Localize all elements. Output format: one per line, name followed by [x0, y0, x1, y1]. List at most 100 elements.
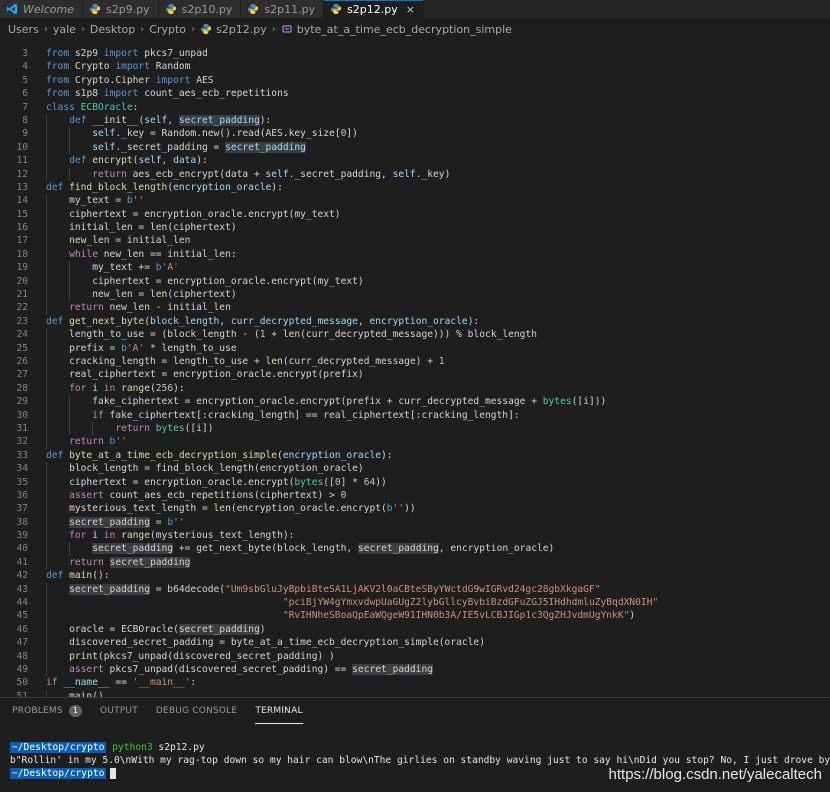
code-token: import [103, 88, 145, 100]
code-line: 27 real_ciphertext = encryption_oracle.e… [0, 368, 830, 382]
code-token: ._key = Random.new().read(AES.key_size[ [115, 128, 341, 140]
code-token: self [92, 141, 116, 153]
line-number: 29 [16, 396, 28, 408]
line-number: 8 [22, 114, 28, 126]
code-token: if [46, 677, 64, 689]
code-token: secret_padding [69, 583, 150, 595]
code-token: 'A' [126, 342, 145, 354]
code-text: return aes_ecb_encrypt(data + self._secr… [46, 168, 450, 181]
code-token: pkcs7_unpad(discovered_secret_padding) =… [109, 663, 353, 675]
tab-s2p12-py[interactable]: s2p12.py × [324, 0, 424, 18]
code-line: 31 return bytes([i]) [0, 421, 830, 436]
code-text: cracking_length = length_to_use + len(cu… [46, 355, 445, 368]
code-line: 13 def find_block_length(encryption_oracl… [0, 181, 830, 194]
code-token: if [92, 409, 110, 421]
code-line: 44 "pciBjYW4gYmxvdwpUaGUgZ2lybGllcyBvbiB… [0, 596, 830, 610]
code-text: real_ciphertext = encryption_oracle.encr… [46, 368, 364, 381]
code-token: Crypto [74, 61, 116, 73]
code-token: return [69, 556, 110, 568]
code-line-partial [0, 40, 830, 47]
code-line: 35 ciphertext = encryption_oracle.encryp… [0, 475, 830, 489]
code-token: aes_ecb_encrypt(data + [132, 168, 266, 180]
line-number: 33 [16, 449, 28, 461]
line-number: 31 [16, 422, 28, 434]
code-text: new_len = initial_len [46, 234, 190, 247]
code-text: def __init__(self, secret_padding): [46, 114, 271, 127]
code-text: def encrypt(self, data): [46, 154, 208, 167]
code-token: fake_ciphertext[:cracking_length] == rea… [109, 409, 520, 421]
tab-problems[interactable]: PROBLEMS 1 [12, 698, 83, 724]
code-text: oracle = ECBOracle(secret_padding) [46, 623, 266, 636]
code-text: while new_len == initial_len: [46, 248, 237, 261]
tab-debug-console[interactable]: DEBUG CONSOLE [156, 698, 237, 724]
code-token: "RvIHNheSBoaQpEaWQgeW91IHN0b3A/IE5vLCBJI… [282, 610, 630, 622]
code-line: 30 if fake_ciphertext[:cracking_length] … [0, 408, 830, 422]
breadcrumb-item[interactable]: Crypto [149, 23, 186, 36]
code-text: discovered_secret_padding = byte_at_a_ti… [46, 636, 485, 649]
line-number: 24 [16, 329, 28, 341]
tab-s2p10-py[interactable]: s2p10.py [158, 0, 242, 18]
code-token: ([i]) [184, 422, 214, 434]
code-text: def byte_at_a_time_ecb_decryption_simple… [46, 449, 393, 462]
code-token: 1 [438, 355, 445, 367]
code-token: import [115, 61, 156, 73]
line-number: 21 [16, 289, 28, 301]
code-line: 25 prefix = b'A' * length_to_use [0, 341, 830, 355]
code-line: 49 assert pkcs7_unpad(discovered_secret_… [0, 662, 830, 677]
line-number: 47 [16, 637, 28, 649]
python-icon [200, 23, 212, 35]
code-text: class ECBOracle: [46, 101, 138, 114]
tab-welcome[interactable]: Welcome [0, 0, 83, 18]
code-editor[interactable]: 3 from s2p9 import pkcs7_unpad 4 from Crypt… [0, 40, 830, 697]
tab-s2p11-py[interactable]: s2p11.py [241, 0, 325, 18]
code-token: new_len = initial_len [69, 235, 191, 247]
code-token: length_to_use = (block_length - ( [69, 329, 260, 341]
code-token: discovered_secret_padding = byte_at_a_ti… [69, 637, 485, 649]
code-token: ): [467, 315, 480, 327]
breadcrumb-item[interactable]: yale [53, 23, 76, 36]
code-line: 5 from Crypto.Cipher import AES [0, 74, 830, 87]
line-number: 4 [22, 61, 28, 73]
tab-terminal[interactable]: TERMINAL [255, 698, 303, 724]
code-line: 3 from s2p9 import pkcs7_unpad [0, 47, 830, 60]
code-text: for i in range(mysterious_text_length): [46, 529, 294, 542]
tab-label: s2p10.py [181, 2, 233, 16]
line-number: 45 [16, 610, 28, 622]
breadcrumb-item[interactable]: Users [8, 23, 39, 36]
code-line: 26 cracking_length = length_to_use + len… [0, 354, 830, 369]
code-text: mysterious_text_length = len(encryption_… [46, 502, 416, 515]
breadcrumb-item[interactable]: byte_at_a_time_ecb_decryption_simple [297, 23, 512, 36]
code-token: encryption_oracle [282, 449, 382, 461]
code-text: assert count_aes_ecb_repetitions(ciphert… [46, 489, 346, 502]
breadcrumb-item[interactable]: Desktop [90, 23, 135, 36]
code-token: += get_next_byte(block_length, [173, 543, 358, 555]
breadcrumb-separator: › [140, 23, 145, 35]
code-token: in [103, 382, 122, 394]
code-token: (): [92, 570, 110, 582]
terminal-program-output: b"Rollin' in my 5.0\nWith my rag-top dow… [10, 755, 830, 766]
close-icon[interactable]: × [406, 3, 415, 16]
code-token: ([ [323, 476, 335, 488]
line-number: 48 [16, 650, 28, 662]
tab-label: s2p11.py [264, 2, 316, 16]
line-number: 50 [16, 677, 28, 689]
code-token: main [69, 570, 93, 582]
code-token: = [149, 516, 168, 528]
code-line: 17 new_len = initial_len [0, 234, 830, 248]
code-line: 11 def encrypt(self, data): [0, 154, 830, 168]
code-token: self [138, 155, 162, 167]
code-token: assert [69, 663, 110, 675]
code-text: prefix = b'A' * length_to_use [46, 342, 237, 355]
breadcrumb-item[interactable]: s2p12.py [216, 23, 267, 36]
breadcrumb-separator: › [80, 23, 85, 35]
tab-output[interactable]: OUTPUT [100, 698, 138, 724]
line-number: 28 [16, 382, 28, 394]
code-text: from Crypto.Cipher import AES [46, 74, 214, 87]
tab-debug-console-label: DEBUG CONSOLE [155, 706, 238, 716]
tab-s2p9-py[interactable]: s2p9.py [82, 0, 159, 18]
code-token: ([i])) [571, 396, 607, 408]
code-token: 256 [155, 382, 174, 394]
code-line: 10 self._secret_padding = secret_padding [0, 140, 830, 155]
code-line: 42 def main(): [0, 569, 830, 582]
code-text: ciphertext = encryption_oracle.encrypt(m… [46, 208, 340, 221]
